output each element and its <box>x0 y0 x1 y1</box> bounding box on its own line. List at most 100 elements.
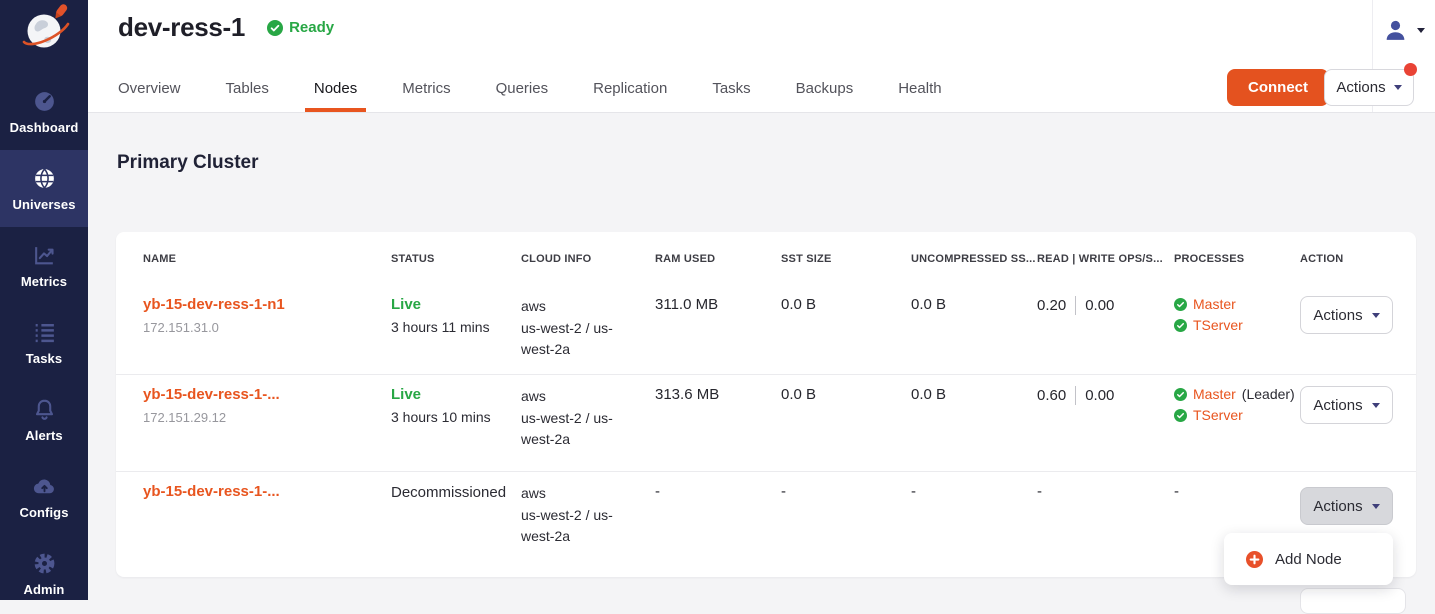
write-ops-value: 0.00 <box>1085 297 1114 314</box>
node-status: Live <box>391 386 521 403</box>
user-menu[interactable] <box>1379 16 1429 45</box>
tab-nodes[interactable]: Nodes <box>314 70 357 112</box>
node-actions-dropdown: Add Node <box>1224 533 1393 585</box>
node-actions-button[interactable]: Actions <box>1300 296 1393 334</box>
sidebar-item-dashboard[interactable]: Dashboard <box>0 73 88 150</box>
nodes-table-card: NAME STATUS CLOUD INFO RAM USED SST SIZE… <box>116 232 1416 577</box>
check-circle-icon <box>267 20 283 36</box>
universe-actions-button[interactable]: Actions <box>1324 69 1414 106</box>
tab-tables[interactable]: Tables <box>226 70 269 112</box>
processes-value: - <box>1174 483 1300 500</box>
node-actions-label: Actions <box>1313 498 1362 515</box>
yugabyte-logo[interactable] <box>16 2 72 58</box>
chevron-down-icon <box>1394 85 1402 90</box>
tab-health[interactable]: Health <box>898 70 941 112</box>
check-circle-icon <box>1174 319 1187 332</box>
master-process-link[interactable]: Master <box>1193 296 1236 312</box>
column-header-action: ACTION <box>1300 253 1416 265</box>
node-ip: 172.151.31.0 <box>143 320 391 335</box>
sidebar-item-admin[interactable]: Admin <box>0 535 88 612</box>
sst-size-value: 0.0 B <box>781 386 911 403</box>
chevron-down-icon <box>1417 28 1425 33</box>
node-actions-button[interactable]: Actions <box>1300 386 1393 424</box>
node-name-link[interactable]: yb-15-dev-ress-1-n1 <box>143 296 285 313</box>
sidebar-item-configs[interactable]: Configs <box>0 458 88 535</box>
node-actions-button[interactable]: Actions <box>1300 487 1393 525</box>
sidebar: Dashboard Universes Metrics Tasks Alerts <box>0 0 88 600</box>
chevron-down-icon <box>1372 504 1380 509</box>
connect-button[interactable]: Connect <box>1227 69 1329 106</box>
ram-used-value: 313.6 MB <box>655 386 781 403</box>
tserver-process-link[interactable]: TServer <box>1193 407 1243 423</box>
person-icon <box>1383 18 1408 43</box>
chevron-down-icon <box>1372 403 1380 408</box>
gauge-icon <box>32 89 57 115</box>
universe-header: dev-ress-1 Ready Overview Tables Nodes M… <box>88 0 1435 113</box>
node-actions-label: Actions <box>1313 307 1362 324</box>
chart-line-icon <box>32 243 57 269</box>
node-ip: 172.151.29.12 <box>143 410 391 425</box>
check-circle-icon <box>1174 409 1187 422</box>
node-name-link[interactable]: yb-15-dev-ress-1-... <box>143 386 280 403</box>
read-ops-value: 0.60 <box>1037 387 1066 404</box>
tserver-process-link[interactable]: TServer <box>1193 317 1243 333</box>
plus-circle-icon <box>1246 551 1263 568</box>
universe-tabs: Overview Tables Nodes Metrics Queries Re… <box>118 70 987 112</box>
table-header-row: NAME STATUS CLOUD INFO RAM USED SST SIZE… <box>116 232 1416 285</box>
sidebar-item-universes[interactable]: Universes <box>0 150 88 227</box>
sidebar-item-label: Dashboard <box>10 120 79 135</box>
tab-overview[interactable]: Overview <box>118 70 181 112</box>
tab-backups[interactable]: Backups <box>796 70 854 112</box>
node-status: Decommissioned <box>391 483 521 501</box>
notification-dot <box>1404 63 1417 76</box>
tab-metrics[interactable]: Metrics <box>402 70 450 112</box>
sidebar-item-label: Alerts <box>25 428 62 443</box>
column-header-status: STATUS <box>391 253 521 265</box>
column-header-name: NAME <box>143 253 391 265</box>
read-ops-value: 0.20 <box>1037 297 1066 314</box>
sidebar-item-tasks[interactable]: Tasks <box>0 304 88 381</box>
ram-used-value: 311.0 MB <box>655 296 781 313</box>
master-process-link[interactable]: Master <box>1193 386 1236 402</box>
menu-item-label: Add Node <box>1275 551 1342 568</box>
sidebar-item-label: Tasks <box>26 351 62 366</box>
menu-item-add-node[interactable]: Add Node <box>1224 551 1393 568</box>
sidebar-item-alerts[interactable]: Alerts <box>0 381 88 458</box>
column-header-ram-used: RAM USED <box>655 253 781 265</box>
cloud-provider: aws <box>521 386 655 408</box>
cloud-provider: aws <box>521 296 655 318</box>
main-area: dev-ress-1 Ready Overview Tables Nodes M… <box>88 0 1435 600</box>
uncompressed-sst-value: 0.0 B <box>911 296 1037 313</box>
cloud-upload-icon <box>32 474 57 500</box>
sidebar-item-label: Universes <box>12 197 75 212</box>
tab-replication[interactable]: Replication <box>593 70 667 112</box>
section-title: Primary Cluster <box>117 152 259 174</box>
clipped-element <box>1300 588 1406 614</box>
read-write-divider <box>1075 296 1076 315</box>
read-write-divider <box>1075 386 1076 405</box>
node-actions-label: Actions <box>1313 397 1362 414</box>
cloud-provider: aws <box>521 483 655 505</box>
globe-icon <box>32 166 57 192</box>
table-row: yb-15-dev-ress-1-... Decommissioned aws … <box>116 472 1416 577</box>
tab-queries[interactable]: Queries <box>496 70 549 112</box>
sst-size-value: - <box>781 483 911 500</box>
universe-actions-label: Actions <box>1336 79 1385 96</box>
column-header-uncompressed: UNCOMPRESSED SS... <box>911 253 1037 265</box>
table-row: yb-15-dev-ress-1-n1 172.151.31.0 Live 3 … <box>116 285 1416 375</box>
node-uptime: 3 hours 11 mins <box>391 319 521 335</box>
master-leader-suffix: (Leader) <box>1242 386 1295 402</box>
uncompressed-sst-value: 0.0 B <box>911 386 1037 403</box>
uncompressed-sst-value: - <box>911 483 1037 500</box>
node-status: Live <box>391 296 521 313</box>
sidebar-item-label: Configs <box>19 505 68 520</box>
bell-icon <box>32 397 57 423</box>
column-header-cloud-info: CLOUD INFO <box>521 253 655 265</box>
write-ops-value: 0.00 <box>1085 387 1114 404</box>
cloud-zone: us-west-2 / us-west-2a <box>521 505 623 548</box>
node-name-link[interactable]: yb-15-dev-ress-1-... <box>143 483 280 500</box>
table-row: yb-15-dev-ress-1-... 172.151.29.12 Live … <box>116 375 1416 472</box>
sidebar-item-metrics[interactable]: Metrics <box>0 227 88 304</box>
check-circle-icon <box>1174 388 1187 401</box>
tab-tasks[interactable]: Tasks <box>712 70 750 112</box>
